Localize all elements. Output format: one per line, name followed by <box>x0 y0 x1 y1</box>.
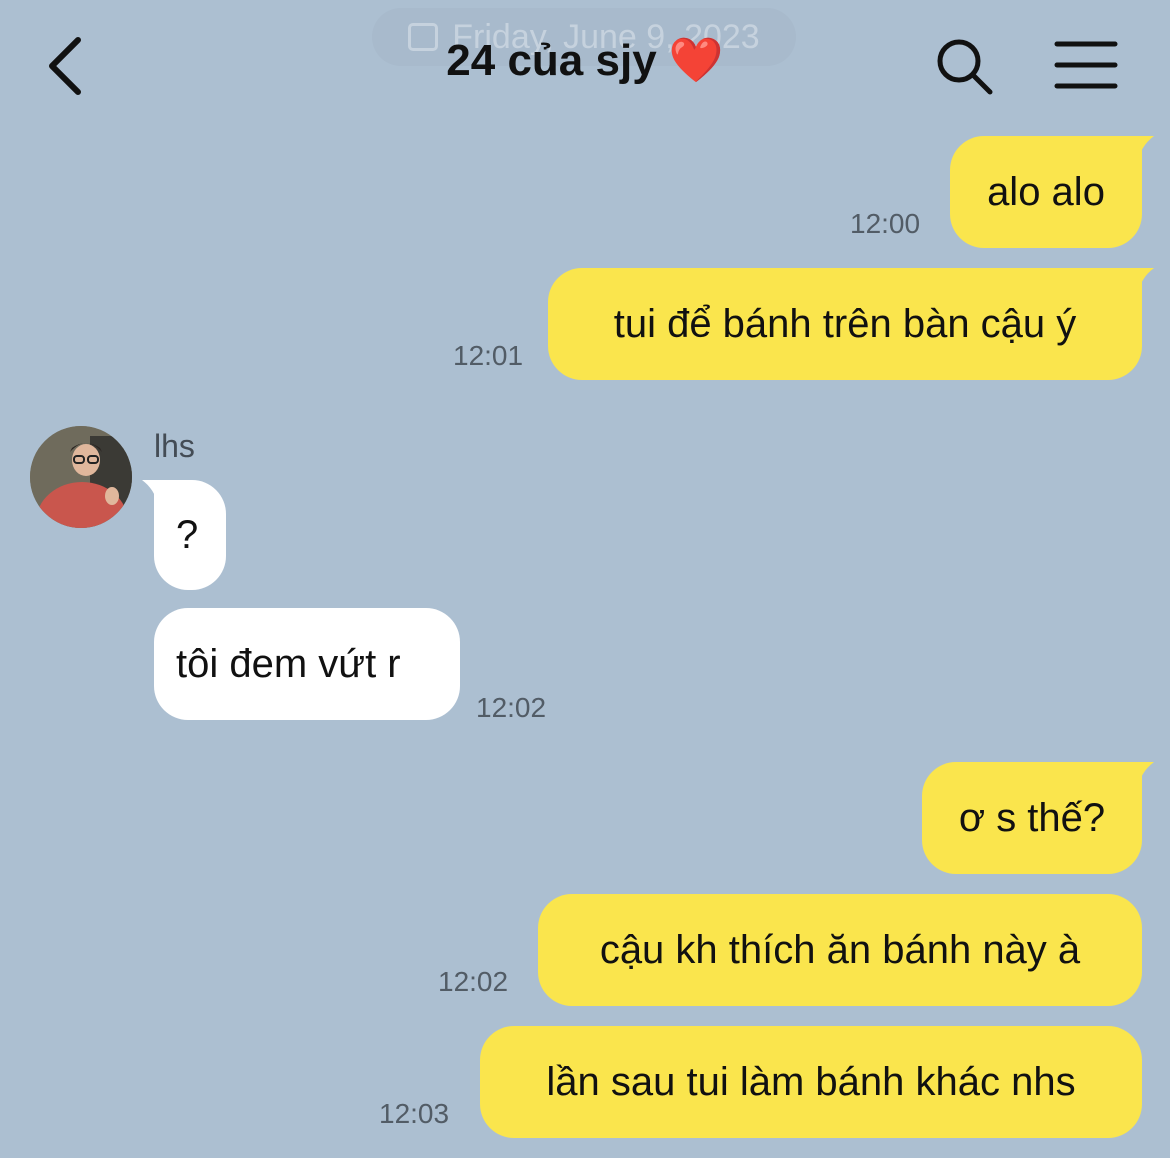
back-button[interactable] <box>36 30 96 102</box>
their-message-bubble[interactable]: ? <box>142 480 226 590</box>
message-text: cậu kh thích ăn bánh này à <box>599 928 1081 972</box>
bubble-tail <box>1124 762 1154 788</box>
their-message-bubble[interactable]: tôi đem vứt r <box>154 608 460 720</box>
contact-avatar[interactable] <box>30 426 132 528</box>
message-text: tui để bánh trên bàn cậu ý <box>613 302 1077 346</box>
avatar-photo <box>30 426 132 528</box>
message-time: 12:02 <box>438 966 509 997</box>
bubble-tail <box>142 480 172 506</box>
message-text: tôi đem vứt r <box>176 642 401 686</box>
message-text: alo alo <box>987 170 1105 214</box>
search-icon <box>937 39 993 95</box>
menu-button[interactable] <box>1054 40 1118 92</box>
bubble-tail <box>1124 136 1154 162</box>
calendar-icon <box>408 23 439 51</box>
message-text: ? <box>176 513 199 557</box>
message-time: 12:03 <box>379 1098 450 1129</box>
my-message-bubble[interactable]: lần sau tui làm bánh khác nhs <box>480 1026 1142 1138</box>
hamburger-menu-icon <box>1054 41 1118 89</box>
my-message-bubble[interactable]: ơ s thế? <box>922 762 1154 874</box>
chat-header: Friday, June 9, 2023 24 của sjy ❤️ <box>0 0 1170 132</box>
message-time: 12:00 <box>850 208 921 239</box>
search-button[interactable] <box>932 34 996 98</box>
date-text: Friday, June 9, 2023 <box>452 17 760 56</box>
my-message-bubble[interactable]: alo alo <box>950 136 1154 248</box>
date-divider: Friday, June 9, 2023 <box>372 8 796 66</box>
message-text: ơ s thế? <box>958 796 1106 840</box>
bubble-tail <box>1124 268 1154 294</box>
message-text: lần sau tui làm bánh khác nhs <box>546 1060 1076 1104</box>
my-message-bubble[interactable]: tui để bánh trên bàn cậu ý <box>548 268 1154 380</box>
message-time: 12:01 <box>453 340 524 371</box>
my-message-bubble[interactable]: cậu kh thích ăn bánh này à <box>538 894 1142 1006</box>
message-time: 12:02 <box>476 692 547 723</box>
contact-name: lhs <box>154 428 195 464</box>
chevron-left-icon <box>49 37 81 95</box>
